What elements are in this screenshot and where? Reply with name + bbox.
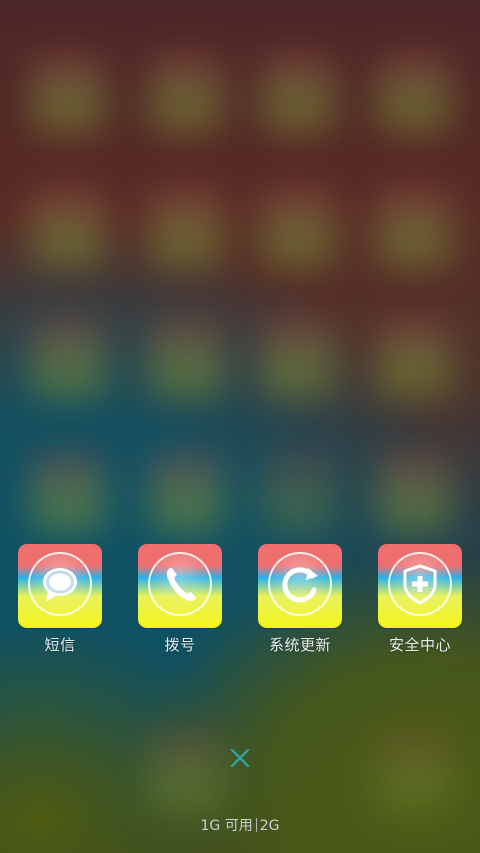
memory-divider <box>255 818 257 832</box>
app-system-update[interactable]: 系统更新 <box>250 544 350 655</box>
app-label: 拨号 <box>164 636 196 654</box>
memory-total: 2G <box>259 818 280 834</box>
message-bubble-icon <box>18 544 102 628</box>
app-dialer[interactable]: 拨号 <box>130 544 230 655</box>
app-security-center[interactable]: 安全中心 <box>370 544 470 655</box>
memory-status: 1G 可用 2G <box>0 815 480 835</box>
shield-plus-icon <box>378 544 462 628</box>
close-icon <box>230 748 250 768</box>
app-messages[interactable]: 短信 <box>10 544 110 655</box>
close-folder-button[interactable] <box>228 746 252 770</box>
app-label: 短信 <box>44 636 76 654</box>
memory-available: 1G 可用 <box>200 818 253 834</box>
phone-icon <box>138 544 222 628</box>
app-label: 安全中心 <box>388 636 451 654</box>
refresh-icon <box>258 544 342 628</box>
app-label: 系统更新 <box>268 636 331 654</box>
folder-dim-overlay <box>0 0 480 853</box>
